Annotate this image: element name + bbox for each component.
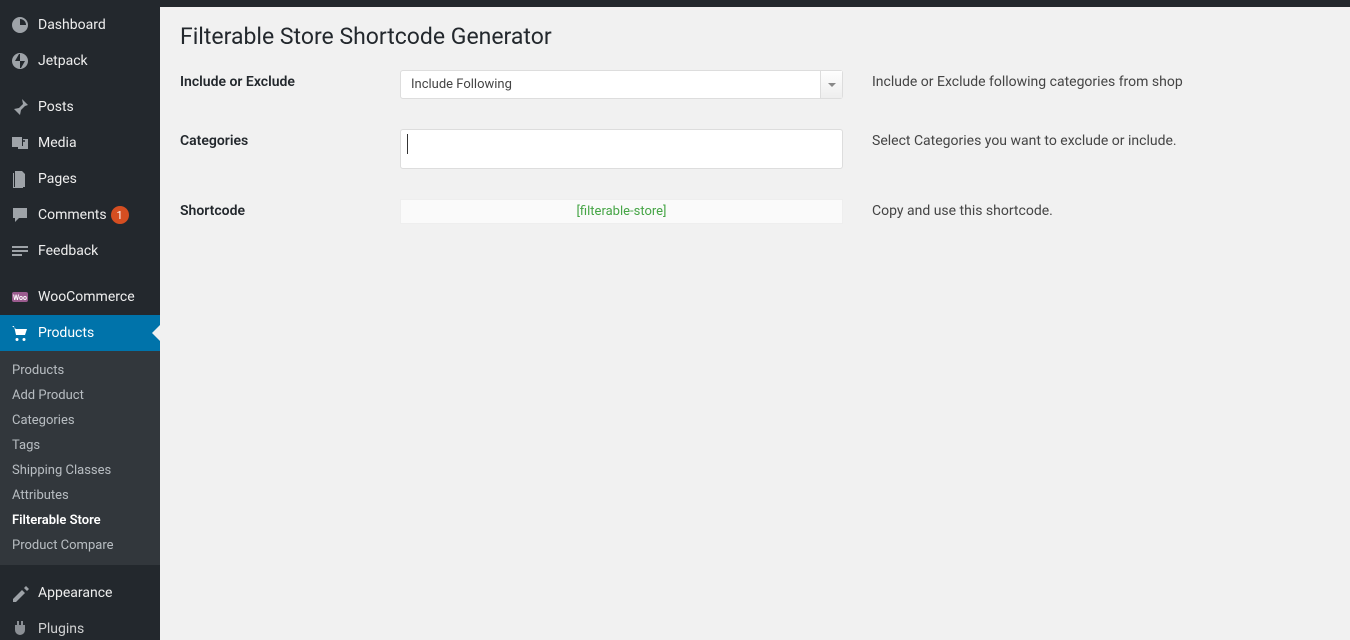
row-categories: Categories Select Categories you want to… (180, 129, 1330, 169)
dashboard-icon (10, 15, 30, 35)
appearance-icon (10, 583, 30, 603)
text-cursor (407, 134, 408, 154)
submenu-item-filterable-store[interactable]: Filterable Store (0, 508, 160, 533)
submenu-item-categories[interactable]: Categories (0, 408, 160, 433)
sidebar-item-dashboard[interactable]: Dashboard (0, 7, 160, 43)
layout-container: Dashboard Jetpack Posts Media Page (0, 7, 1350, 640)
comment-icon (10, 205, 30, 225)
media-icon (10, 133, 30, 153)
label-include-exclude: Include or Exclude (180, 70, 400, 90)
submenu-item-shipping-classes[interactable]: Shipping Classes (0, 458, 160, 483)
sidebar-label: Posts (38, 99, 74, 115)
sidebar-item-pages[interactable]: Pages (0, 161, 160, 197)
admin-sidebar: Dashboard Jetpack Posts Media Page (0, 7, 160, 640)
sidebar-item-comments[interactable]: Comments 1 (0, 197, 160, 233)
shortcode-output[interactable]: [filterable-store] (400, 199, 843, 224)
sidebar-label: Comments (38, 207, 107, 223)
sidebar-item-jetpack[interactable]: Jetpack (0, 43, 160, 79)
sidebar-label: WooCommerce (38, 289, 135, 305)
sidebar-item-feedback[interactable]: Feedback (0, 233, 160, 269)
main-content: Filterable Store Shortcode Generator Inc… (160, 7, 1350, 640)
sidebar-label: Plugins (38, 621, 84, 637)
page-title: Filterable Store Shortcode Generator (180, 23, 1330, 50)
sidebar-label: Jetpack (38, 53, 88, 69)
sidebar-label: Products (38, 325, 94, 341)
submenu-item-add-product[interactable]: Add Product (0, 383, 160, 408)
plugins-icon (10, 619, 30, 639)
submenu-item-products[interactable]: Products (0, 358, 160, 383)
jetpack-icon (10, 51, 30, 71)
feedback-icon (10, 241, 30, 261)
select-value: Include Following (401, 77, 820, 92)
sidebar-item-plugins[interactable]: Plugins (0, 611, 160, 639)
include-exclude-select[interactable]: Include Following (400, 70, 843, 99)
sidebar-item-appearance[interactable]: Appearance (0, 575, 160, 611)
help-shortcode: Copy and use this shortcode. (850, 199, 1330, 219)
sidebar-label: Feedback (38, 243, 98, 259)
sidebar-label: Appearance (38, 585, 112, 601)
submenu-item-product-compare[interactable]: Product Compare (0, 533, 160, 558)
sidebar-item-media[interactable]: Media (0, 125, 160, 161)
pages-icon (10, 169, 30, 189)
help-include-exclude: Include or Exclude following categories … (850, 70, 1330, 90)
label-shortcode: Shortcode (180, 199, 400, 219)
sidebar-item-products[interactable]: Products (0, 315, 160, 351)
sidebar-label: Media (38, 135, 77, 151)
cart-icon (10, 323, 30, 343)
sidebar-label: Dashboard (38, 17, 106, 33)
pin-icon (10, 97, 30, 117)
comments-badge: 1 (111, 206, 129, 224)
submenu-item-attributes[interactable]: Attributes (0, 483, 160, 508)
row-include-exclude: Include or Exclude Include Following Inc… (180, 70, 1330, 99)
submenu-item-tags[interactable]: Tags (0, 433, 160, 458)
sidebar-label: Pages (38, 171, 77, 187)
sidebar-item-posts[interactable]: Posts (0, 89, 160, 125)
help-categories: Select Categories you want to exclude or… (850, 129, 1330, 149)
categories-multiselect[interactable] (400, 129, 843, 169)
sidebar-item-woocommerce[interactable]: Woo WooCommerce (0, 279, 160, 315)
woocommerce-icon: Woo (10, 287, 30, 307)
row-shortcode: Shortcode [filterable-store] Copy and us… (180, 199, 1330, 224)
chevron-down-icon (820, 71, 842, 98)
svg-text:Woo: Woo (13, 294, 27, 302)
products-submenu: Products Add Product Categories Tags Shi… (0, 351, 160, 565)
admin-topbar (0, 0, 1350, 7)
label-categories: Categories (180, 129, 400, 149)
